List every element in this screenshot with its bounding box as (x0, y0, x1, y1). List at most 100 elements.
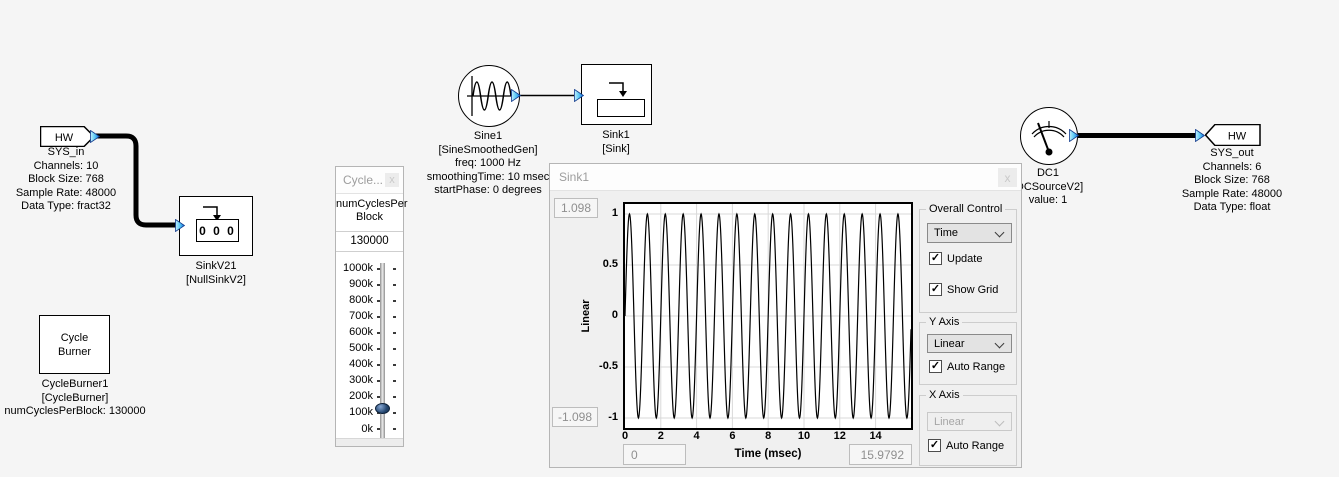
combo-selected-value: Linear (934, 416, 965, 428)
x-tick-label: 8 (765, 430, 771, 442)
checkbox-box: ✓ (928, 439, 941, 452)
slider-tick-mark (377, 396, 380, 398)
slider-tick-mark (377, 300, 380, 302)
x-tick-label: 4 (694, 430, 700, 442)
checkbox-label: Auto Range (946, 440, 1004, 452)
block-sinkv21[interactable]: 0 0 0 (179, 196, 253, 256)
x-end-field[interactable]: 15.9792 (849, 444, 912, 465)
block-sys-in[interactable]: HW (40, 126, 96, 147)
sink1-input-port[interactable] (574, 89, 584, 102)
caption-line: Data Type: float (1152, 201, 1312, 215)
scope-window-titlebar[interactable]: Sink1 x (550, 164, 1021, 191)
checkbox-label: Update (947, 253, 982, 265)
show-grid-checkbox[interactable]: ✓ Show Grid (929, 283, 998, 296)
parameter-value[interactable]: 130000 (336, 235, 403, 247)
x-axis-select: Linear (927, 412, 1012, 431)
slider-tick-label: 500k (336, 342, 373, 355)
scope-plot (625, 204, 911, 428)
block-sys-out[interactable]: HW (1205, 124, 1261, 146)
sink-arrow-icon (608, 80, 636, 100)
close-icon[interactable]: x (998, 168, 1017, 187)
checkbox-box: ✓ (929, 360, 942, 373)
chevron-down-icon (995, 417, 1005, 427)
x-tick-label: 10 (798, 430, 810, 442)
slider-window-titlebar[interactable]: Cycle... x (336, 167, 403, 194)
close-icon[interactable]: x (385, 173, 399, 187)
port-arrow-icon (175, 219, 185, 232)
slider-tick-mark (393, 396, 396, 398)
sink-buffer-icon (597, 99, 645, 117)
y-axis-legend: Y Axis (926, 316, 962, 328)
slider-tick-label: 600k (336, 326, 373, 339)
checkmark-icon: ✓ (930, 440, 939, 451)
caption-line: [NullSinkV2] (136, 274, 296, 288)
sysin-output-port[interactable] (90, 130, 100, 143)
x-tick-label: 6 (729, 430, 735, 442)
dc1-output-port[interactable] (1069, 129, 1079, 142)
caption-line: Block Size: 768 (0, 173, 146, 187)
slider-tick-mark (393, 284, 396, 286)
slider-tick-mark (377, 316, 380, 318)
y-tick-label: 0.5 (588, 258, 618, 270)
slider-tick-mark (393, 364, 396, 366)
checkbox-box: ✓ (929, 252, 942, 265)
slider-tick-mark (377, 364, 380, 366)
port-arrow-icon (1195, 129, 1205, 142)
y-axis-group: Y Axis (919, 322, 1017, 385)
slider-tick-label: 900k (336, 278, 373, 291)
update-checkbox[interactable]: ✓ Update (929, 252, 982, 265)
y-auto-range-checkbox[interactable]: ✓ Auto Range (929, 360, 1005, 373)
slider-tick-mark (393, 316, 396, 318)
caption-line: Data Type: fract32 (0, 200, 146, 214)
overall-control-select[interactable]: Time (927, 223, 1012, 243)
hw-port-label: HW (1228, 131, 1247, 143)
checkmark-icon: ✓ (931, 253, 940, 264)
caption-line: Sample Rate: 48000 (0, 187, 146, 201)
caption-line: SYS_out (1152, 147, 1312, 161)
sine1-output-port[interactable] (511, 89, 521, 102)
caption-line: startPhase: 0 degrees (408, 184, 568, 198)
parameter-name: numCyclesPerBlock (336, 198, 403, 224)
y-tick-label: -0.5 (588, 360, 618, 372)
caption-line: CycleBurner1 (0, 378, 155, 392)
combo-selected-value: Linear (934, 338, 965, 350)
caption-line: SYS_in (0, 146, 146, 160)
slider-window-title: Cycle... (343, 173, 383, 187)
x-tick-label: 14 (869, 430, 881, 442)
caption-line: freq: 1000 Hz (408, 157, 568, 171)
x-start-field[interactable]: 0 (623, 444, 686, 465)
checkbox-box: ✓ (929, 283, 942, 296)
block-cycleburner[interactable]: CycleBurner (39, 315, 110, 374)
port-arrow-icon (511, 89, 521, 102)
overall-control-legend: Overall Control (926, 203, 1005, 215)
port-arrow-icon (574, 89, 584, 102)
slider-tick-label: 400k (336, 358, 373, 371)
slider-tick-mark (393, 332, 396, 334)
meter-gauge-icon (1021, 108, 1076, 163)
caption-line: SinkV21 (136, 260, 296, 274)
caption-line: numCyclesPerBlock: 130000 (0, 405, 155, 419)
sysout-input-port[interactable] (1195, 129, 1205, 142)
sinkv21-input-port[interactable] (175, 219, 185, 232)
x-auto-range-checkbox[interactable]: ✓ Auto Range (928, 439, 1004, 452)
slider-tick-mark (377, 332, 380, 334)
slider-window-footer (336, 438, 403, 446)
x-axis-title: Time (msec) (735, 448, 802, 460)
slider-tick-mark (393, 380, 396, 382)
slider-tick-label: 0k (336, 423, 373, 436)
sys-in-caption: SYS_inChannels: 10Block Size: 768Sample … (0, 146, 146, 214)
block-sink1[interactable] (581, 64, 652, 125)
caption-line: Sink1 (536, 129, 696, 143)
y-axis-select[interactable]: Linear (927, 334, 1012, 353)
hw-port-label: HW (55, 132, 74, 144)
slider-thumb[interactable] (375, 403, 390, 414)
sinkv21-caption: SinkV21[NullSinkV2] (136, 260, 296, 287)
slider-tick-label: 700k (336, 310, 373, 323)
caption-line: [CycleBurner] (0, 392, 155, 406)
sink1-caption: Sink1[Sink] (536, 129, 696, 156)
x-tick-label: 0 (622, 430, 628, 442)
y-tick-label: 0 (588, 309, 618, 321)
x-tick-label: 12 (834, 430, 846, 442)
y-tick-label: 1 (588, 207, 618, 219)
body-line: Cycle (40, 331, 109, 345)
